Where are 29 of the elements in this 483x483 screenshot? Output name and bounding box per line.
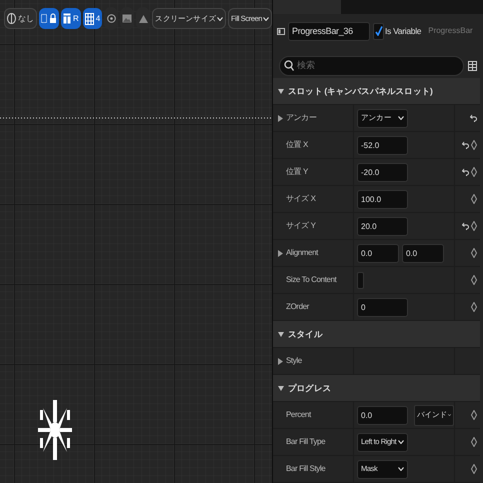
name-field[interactable]: ProgressBar_36: [288, 22, 370, 40]
number-field[interactable]: 0: [357, 298, 408, 316]
number-field[interactable]: -52.0: [357, 136, 408, 154]
property-label: Percent: [286, 409, 311, 421]
property-label: 位置 Y: [286, 166, 308, 178]
number-field[interactable]: -20.0: [357, 162, 408, 182]
property-label: Style: [286, 355, 302, 367]
property-label: 位置 X: [286, 139, 308, 151]
toolbar-toggle-button[interactable]: R: [60, 8, 81, 29]
number-field[interactable]: 0.0: [357, 406, 408, 424]
toolbar-toggle-button[interactable]: なし: [4, 8, 37, 29]
type-label: ProgressBar: [428, 25, 473, 37]
is-variable-label: Is Variable: [385, 24, 422, 38]
number-field[interactable]: 0.0: [402, 244, 444, 262]
property-label: Alignment: [286, 247, 318, 259]
property-label: サイズ X: [286, 193, 316, 205]
number-field[interactable]: 0.0: [357, 244, 399, 262]
property-label: アンカー: [286, 112, 316, 124]
property-label: Size To Content: [286, 274, 336, 286]
section-header[interactable]: スロット (キャンバスパネルスロット): [273, 78, 480, 105]
section-header[interactable]: プログレス: [273, 375, 480, 402]
property-label: Bar Fill Style: [286, 463, 326, 475]
number-field[interactable]: 100.0: [357, 190, 408, 208]
number-field[interactable]: 20.0: [357, 216, 408, 236]
property-label: Bar Fill Type: [286, 436, 326, 448]
property-label: ZOrder: [286, 301, 309, 313]
search-placeholder: 検索: [297, 58, 315, 72]
section-header[interactable]: スタイル: [273, 321, 480, 348]
property-label: サイズ Y: [286, 220, 316, 232]
